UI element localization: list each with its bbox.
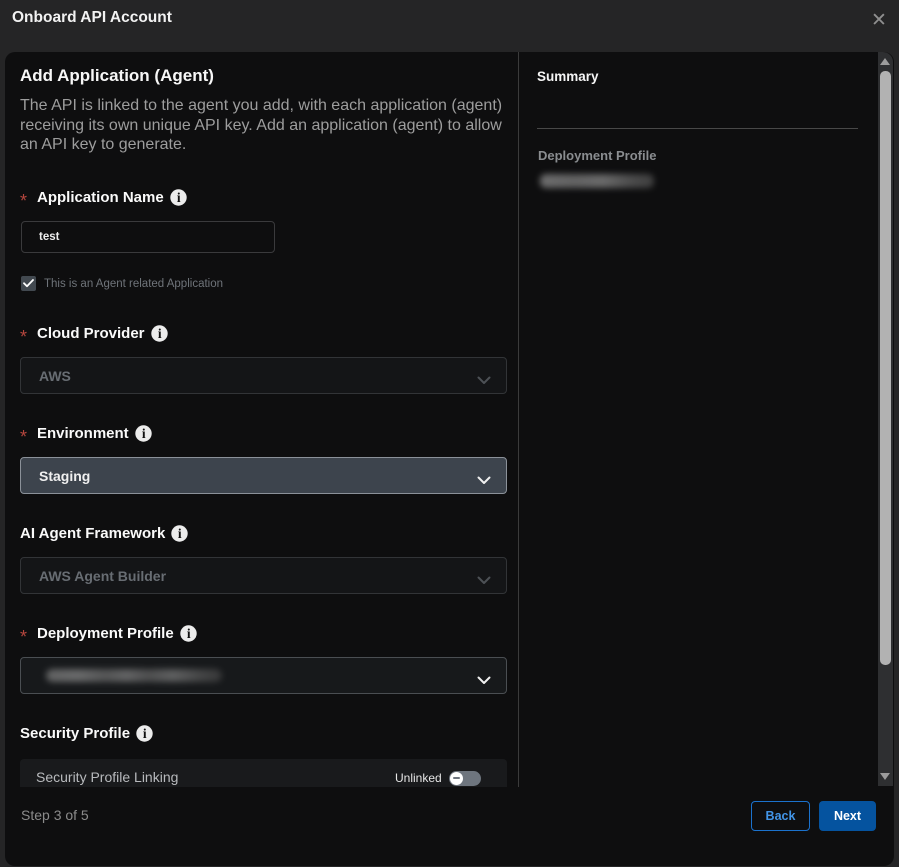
svg-text:i: i [157, 326, 161, 341]
svg-text:i: i [187, 626, 191, 641]
svg-text:i: i [177, 190, 181, 205]
svg-text:i: i [142, 426, 146, 441]
svg-text:i: i [178, 526, 182, 541]
svg-text:i: i [143, 726, 147, 741]
